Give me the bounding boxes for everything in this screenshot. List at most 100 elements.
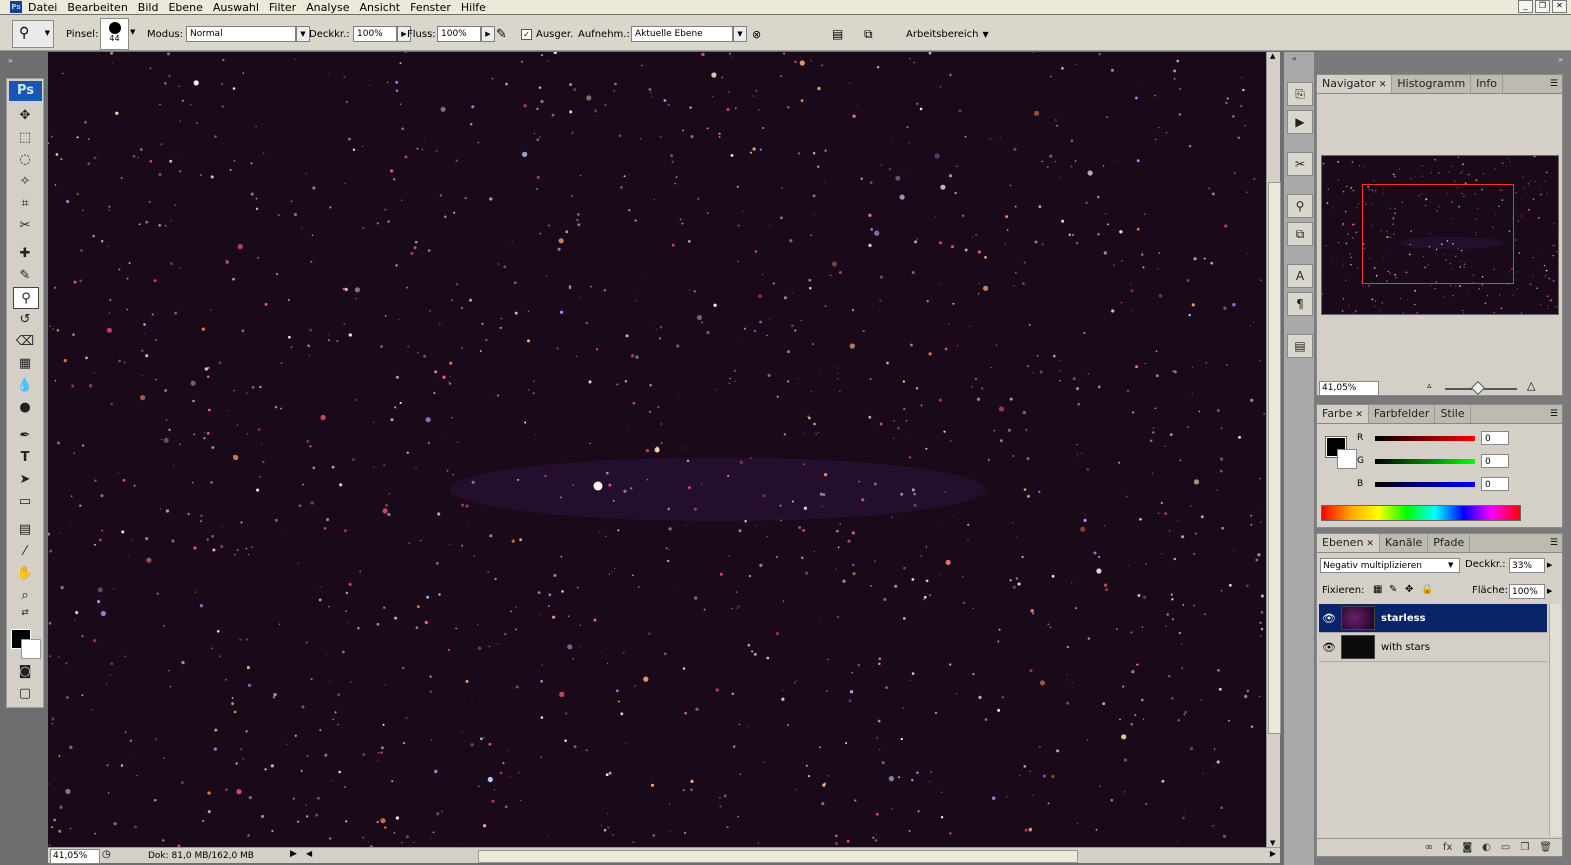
layer-comps-icon[interactable]: ▤ <box>1287 334 1313 358</box>
lock-transparency-icon[interactable]: ▦ <box>1373 584 1382 595</box>
lock-pixels-icon[interactable]: ✎ <box>1389 584 1397 595</box>
scroll-down-icon[interactable]: ▼ <box>1270 839 1275 847</box>
new-group-icon[interactable]: ▭ <box>1501 839 1510 856</box>
chevron-down-icon[interactable]: ▼ <box>130 28 135 36</box>
document-canvas[interactable] <box>48 52 1266 847</box>
tool-presets-icon[interactable]: ✂ <box>1287 152 1313 176</box>
blend-mode-select[interactable]: Negativ multiplizieren <box>1320 558 1460 573</box>
channel-b-input[interactable]: 0 <box>1481 477 1509 491</box>
opacity-input[interactable]: 100% <box>353 26 397 42</box>
tab-pfade[interactable]: Pfade <box>1428 534 1471 552</box>
chevron-right-icon[interactable]: ▶ <box>1547 587 1552 595</box>
collapse-icon[interactable]: « <box>1292 54 1297 63</box>
vertical-scroll-thumb[interactable] <box>1268 182 1281 734</box>
zoom-out-icon[interactable]: ▵ <box>1427 381 1432 391</box>
channel-r-input[interactable]: 0 <box>1481 431 1509 445</box>
layer-name[interactable]: starless <box>1381 613 1426 624</box>
layers-scrollbar[interactable] <box>1549 604 1561 836</box>
workspace-button[interactable]: Arbeitsbereich <box>906 29 979 40</box>
view-box[interactable] <box>1362 184 1514 284</box>
actions-icon[interactable]: ▶ <box>1287 110 1313 134</box>
panel-menu-icon[interactable]: ☰ <box>1550 538 1558 548</box>
ignore-adjustment-icon[interactable]: ⊗ <box>752 26 761 42</box>
channel-b-slider[interactable] <box>1375 482 1475 487</box>
chevron-down-icon[interactable]: ▼ <box>733 26 747 42</box>
fill-input[interactable]: 100% <box>1509 584 1545 599</box>
menu-bearbeiten[interactable]: Bearbeiten <box>67 1 127 14</box>
layer-opacity-input[interactable]: 33% <box>1509 558 1545 573</box>
layer-style-icon[interactable]: fx <box>1443 839 1452 856</box>
menu-ebene[interactable]: Ebene <box>168 1 202 14</box>
scroll-up-icon[interactable]: ▲ <box>1270 52 1275 60</box>
shape-tool-icon[interactable]: ▭ <box>13 491 37 511</box>
channel-g-input[interactable]: 0 <box>1481 454 1509 468</box>
flow-input[interactable]: 100% <box>437 26 481 42</box>
scroll-right-icon[interactable]: ▶ <box>1270 849 1276 858</box>
history-icon[interactable]: ⎘ <box>1287 82 1313 106</box>
zoom-field[interactable]: 41,05% <box>50 849 100 864</box>
blur-tool-icon[interactable]: 💧 <box>13 375 37 395</box>
type-tool-icon[interactable]: T <box>13 447 37 467</box>
chevron-down-icon[interactable]: ▼ <box>983 30 989 39</box>
trash-icon[interactable]: 🗑 <box>1539 839 1552 856</box>
lock-all-icon[interactable]: 🔒 <box>1421 584 1433 595</box>
chevron-down-icon[interactable]: ▼ <box>1448 561 1453 569</box>
notes-tool-icon[interactable]: ▤ <box>13 519 37 539</box>
move-tool-icon[interactable]: ✥ <box>13 105 37 125</box>
brushes-icon[interactable]: ⚲ <box>1287 194 1313 218</box>
magic-wand-icon[interactable]: ✧ <box>13 171 37 191</box>
zoom-in-icon[interactable]: △ <box>1527 379 1535 392</box>
minimize-icon[interactable]: _ <box>1518 0 1533 13</box>
panel-menu-icon[interactable]: ☰ <box>1550 409 1558 419</box>
chevron-right-icon[interactable]: ▶ <box>1547 561 1552 569</box>
background-color-swatch[interactable] <box>1337 449 1357 469</box>
channel-g-slider[interactable] <box>1375 459 1475 464</box>
pen-tool-icon[interactable]: ✒ <box>13 425 37 445</box>
lock-position-icon[interactable]: ✥ <box>1405 584 1413 595</box>
eyedropper-icon[interactable]: ⁄ <box>13 541 37 561</box>
character-icon[interactable]: A <box>1287 264 1313 288</box>
layer-row-starless[interactable]: 👁 starless <box>1319 604 1547 633</box>
bridge-icon[interactable]: ⧉ <box>864 26 873 42</box>
slice-tool-icon[interactable]: ✂ <box>13 215 37 235</box>
menu-hilfe[interactable]: Hilfe <box>461 1 486 14</box>
tab-histogram[interactable]: Histogramm <box>1392 75 1472 93</box>
dodge-tool-icon[interactable]: ● <box>13 397 37 417</box>
airbrush-icon[interactable]: ✎ <box>496 26 507 42</box>
panel-menu-icon[interactable]: ☰ <box>1550 79 1558 89</box>
expand-icon[interactable]: » <box>8 56 13 65</box>
collapse-icon[interactable]: » <box>1558 55 1563 64</box>
new-layer-icon[interactable]: ❐ <box>1520 839 1529 856</box>
brush-picker[interactable]: 44 <box>100 18 129 50</box>
link-layers-icon[interactable]: ∞ <box>1425 839 1433 856</box>
background-color-swatch[interactable] <box>21 639 41 659</box>
screen-mode-icon[interactable]: ▢ <box>13 683 37 703</box>
chevron-right-icon[interactable]: ▶ <box>481 26 495 42</box>
menu-filter[interactable]: Filter <box>269 1 296 14</box>
path-selection-icon[interactable]: ➤ <box>13 469 37 489</box>
layer-mask-icon[interactable]: ◙ <box>1462 839 1472 856</box>
navigator-thumbnail[interactable] <box>1321 155 1559 315</box>
navigator-zoom-field[interactable]: 41,05% <box>1319 381 1379 396</box>
palette-icon[interactable]: ▤ <box>832 26 843 42</box>
tab-info[interactable]: Info <box>1471 75 1503 93</box>
menu-auswahl[interactable]: Auswahl <box>213 1 259 14</box>
menu-bild[interactable]: Bild <box>138 1 159 14</box>
brush-tool-icon[interactable]: ✎ <box>13 265 37 285</box>
marquee-tool-icon[interactable]: ⬚ <box>13 127 37 147</box>
tab-kanaele[interactable]: Kanäle <box>1380 534 1429 552</box>
mode-select[interactable]: Normal <box>186 26 296 42</box>
clone-source-icon[interactable]: ⧉ <box>1287 222 1313 246</box>
zoom-slider-knob[interactable] <box>1470 380 1486 396</box>
eraser-tool-icon[interactable]: ⌫ <box>13 331 37 351</box>
aligned-checkbox[interactable]: ✓ <box>521 28 532 40</box>
swap-colors-icon[interactable]: ⇄ <box>13 607 37 619</box>
tab-navigator[interactable]: Navigator ✕ <box>1317 75 1393 93</box>
history-brush-icon[interactable]: ↺ <box>13 309 37 329</box>
healing-brush-icon[interactable]: ✚ <box>13 243 37 263</box>
gradient-tool-icon[interactable]: ▦ <box>13 353 37 373</box>
adjustment-layer-icon[interactable]: ◐ <box>1482 839 1491 856</box>
close-icon[interactable]: ✕ <box>1552 0 1567 13</box>
paragraph-icon[interactable]: ¶ <box>1287 292 1313 316</box>
status-icon[interactable]: ◷ <box>102 849 111 860</box>
